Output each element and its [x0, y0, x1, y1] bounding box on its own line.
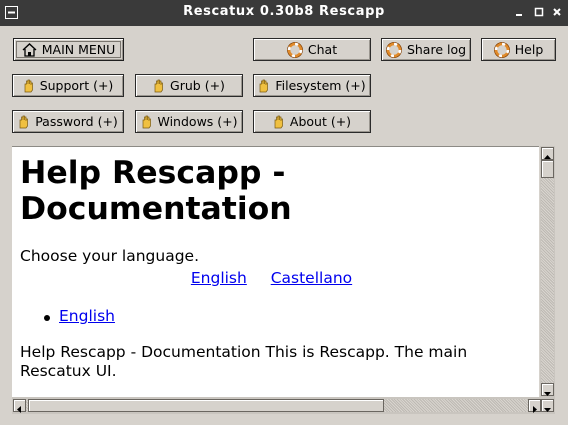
- about-button[interactable]: About (+): [253, 110, 371, 133]
- support-label: Support (+): [39, 78, 114, 93]
- lang-link-english[interactable]: English: [191, 269, 247, 287]
- page-title: Help Rescapp - Documentation: [20, 155, 292, 227]
- grub-label: Grub (+): [170, 78, 225, 93]
- choose-language-text: Choose your language.: [20, 247, 200, 265]
- language-links: English Castellano: [12, 269, 539, 287]
- hand-icon: [274, 115, 283, 128]
- main-menu-label: MAIN MENU: [41, 42, 116, 57]
- maximize-icon[interactable]: [532, 5, 546, 19]
- help-button[interactable]: Help: [481, 38, 556, 61]
- lifebuoy-icon: [286, 41, 303, 58]
- list-bullet: [44, 315, 50, 321]
- support-button[interactable]: Support (+): [12, 74, 124, 97]
- horizontal-scroll-thumb[interactable]: [28, 399, 384, 412]
- share-log-button[interactable]: Share log: [381, 38, 471, 61]
- help-label: Help: [514, 42, 544, 57]
- lifebuoy-icon: [386, 41, 402, 58]
- list-item: English: [59, 307, 115, 325]
- share-log-label: Share log: [406, 42, 467, 57]
- scroll-up-icon[interactable]: [541, 147, 554, 160]
- hand-icon: [24, 79, 33, 92]
- scroll-down-corner-icon[interactable]: [541, 399, 554, 412]
- hand-icon: [142, 115, 151, 128]
- vertical-scrollbar[interactable]: [540, 146, 555, 397]
- chat-label: Chat: [307, 42, 338, 57]
- title-bar: Rescatux 0.30b8 Rescapp: [0, 0, 568, 26]
- intro-paragraph: Help Rescapp - Documentation This is Res…: [20, 343, 468, 380]
- lang-link-castellano[interactable]: Castellano: [271, 269, 352, 287]
- about-label: About (+): [289, 114, 352, 129]
- horizontal-scrollbar[interactable]: [12, 397, 555, 414]
- vertical-scroll-thumb[interactable]: [541, 160, 554, 178]
- help-document-view[interactable]: Help Rescapp - Documentation Choose your…: [12, 146, 539, 398]
- home-icon: [22, 42, 37, 57]
- filesystem-button[interactable]: Filesystem (+): [253, 74, 371, 97]
- password-button[interactable]: Password (+): [12, 110, 124, 133]
- window-title: Rescatux 0.30b8 Rescapp: [183, 4, 385, 19]
- hand-icon: [154, 79, 163, 92]
- windows-button[interactable]: Windows (+): [135, 110, 243, 133]
- chat-button[interactable]: Chat: [253, 38, 371, 61]
- hand-icon: [19, 115, 29, 128]
- main-menu-button[interactable]: MAIN MENU: [13, 38, 124, 61]
- close-icon[interactable]: [550, 5, 564, 19]
- minimize-icon[interactable]: [512, 5, 526, 19]
- scroll-right-icon[interactable]: [528, 399, 541, 413]
- hand-icon: [259, 79, 269, 92]
- scroll-left-icon[interactable]: [13, 399, 26, 413]
- list-link-english[interactable]: English: [59, 307, 115, 325]
- windows-label: Windows (+): [157, 114, 238, 129]
- scroll-down-icon[interactable]: [541, 383, 554, 396]
- filesystem-label: Filesystem (+): [275, 78, 366, 93]
- lifebuoy-icon: [493, 41, 510, 58]
- grub-button[interactable]: Grub (+): [135, 74, 243, 97]
- password-label: Password (+): [35, 114, 118, 129]
